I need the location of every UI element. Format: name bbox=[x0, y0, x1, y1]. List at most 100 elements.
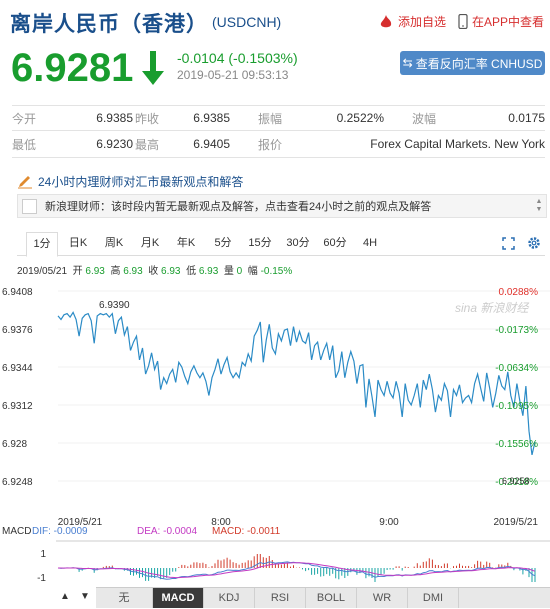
amplitude-label: 振幅 bbox=[258, 111, 283, 126]
macd-label: MACD bbox=[2, 526, 31, 537]
quote-source-label: 报价 bbox=[258, 137, 283, 152]
price-line bbox=[57, 311, 536, 456]
app-view-label: 在APP中查看 bbox=[472, 15, 545, 29]
chart-grid bbox=[58, 290, 550, 482]
y-tick-label: 6.9344 bbox=[2, 363, 33, 374]
period-tabs: 1分 日K 周K 月K 年K 5分 15分 30分 60分 4H bbox=[17, 232, 545, 257]
info-change: -0.15% bbox=[260, 266, 293, 277]
pct-tick-label: -0.0634% bbox=[495, 363, 538, 374]
app-view-link[interactable]: 在APP中查看 bbox=[458, 13, 544, 30]
x-tick-label: 2019/5/21 bbox=[494, 517, 539, 528]
fire-icon bbox=[380, 14, 392, 27]
reverse-rate-label: 查看反向汇率 CNHUSD bbox=[415, 56, 543, 71]
pct-tick-label: 0.0288% bbox=[499, 287, 539, 298]
macd-axis-neg1: -1 bbox=[37, 573, 46, 584]
indicator-tab-rsi[interactable]: RSI bbox=[255, 588, 306, 608]
info-low-label: 低 bbox=[186, 266, 197, 277]
y-tick-label: 6.9376 bbox=[2, 325, 33, 336]
scroll-up-button[interactable]: ▲ bbox=[56, 587, 74, 607]
settings-icon[interactable] bbox=[527, 236, 541, 250]
phone-icon bbox=[458, 14, 468, 29]
low-label: 最低 bbox=[12, 137, 37, 152]
prev-close-label: 昨收 bbox=[135, 111, 160, 126]
price-change: -0.0104 (-0.1503%) bbox=[177, 50, 298, 66]
indicator-tab-dmi[interactable]: DMI bbox=[408, 588, 459, 608]
info-high: 6.93 bbox=[123, 266, 143, 277]
macd-dea: DEA: -0.0004 bbox=[137, 526, 197, 537]
indicator-tabs: 无 MACD KDJ RSI BOLL WR DMI bbox=[96, 587, 550, 608]
ohlc-info: 2019/05/21 开 6.93 高 6.93 收 6.93 低 6.93 量… bbox=[17, 262, 292, 277]
max-annotation: 6.9390 bbox=[99, 300, 130, 311]
high-value: 6.9405 bbox=[193, 137, 230, 151]
macd-histogram bbox=[60, 554, 536, 582]
tab-week[interactable]: 周K bbox=[101, 232, 127, 255]
indicator-tab-boll[interactable]: BOLL bbox=[306, 588, 357, 608]
quote-source-value: Forex Capital Markets. New York bbox=[370, 137, 545, 151]
down-arrow-icon bbox=[142, 51, 164, 85]
high-label: 最高 bbox=[135, 137, 160, 152]
tab-5min[interactable]: 5分 bbox=[210, 232, 236, 255]
tab-30min[interactable]: 30分 bbox=[283, 232, 313, 255]
news-item[interactable]: 新浪理财师：该时段内暂无最新观点及解答，点击查看24小时之前的观点及解答 ▲ ▼ bbox=[17, 194, 547, 218]
info-open: 6.93 bbox=[85, 266, 105, 277]
macd-axis-1: 1 bbox=[40, 549, 46, 560]
prev-close-value: 6.9385 bbox=[193, 111, 230, 125]
tab-4h[interactable]: 4H bbox=[359, 232, 381, 255]
swap-icon: ⇆ bbox=[402, 56, 413, 70]
quote-time: 2019-05-21 09:53:13 bbox=[177, 68, 289, 82]
wave-label: 波幅 bbox=[412, 111, 437, 126]
info-close-label: 收 bbox=[148, 266, 159, 277]
y-tick-label: 6.9408 bbox=[2, 287, 33, 298]
open-label: 今开 bbox=[12, 111, 37, 126]
amplitude-value: 0.2522% bbox=[336, 111, 384, 125]
info-open-label: 开 bbox=[72, 266, 83, 277]
info-volume: 0 bbox=[236, 266, 243, 277]
pct-tick-label: -0.1556% bbox=[495, 439, 538, 450]
info-volume-label: 量 bbox=[223, 266, 234, 277]
page-title: 离岸人民币（香港） bbox=[10, 13, 208, 36]
indicator-tab-macd[interactable]: MACD bbox=[153, 588, 204, 608]
watermark: sina 新浪财经 bbox=[455, 301, 530, 315]
low-value: 6.9230 bbox=[96, 137, 133, 151]
info-date: 2019/05/21 bbox=[17, 266, 68, 277]
fullscreen-icon[interactable] bbox=[502, 237, 515, 250]
y-axis-ticks: 6.9408 6.9376 6.9344 6.9312 6.928 6.9248 bbox=[2, 287, 33, 488]
avatar bbox=[22, 198, 37, 214]
add-watchlist-label: 添加自选 bbox=[398, 15, 447, 29]
tab-month[interactable]: 月K bbox=[137, 232, 163, 255]
symbol-code: (USDCNH) bbox=[212, 14, 282, 30]
indicator-tab-none[interactable]: 无 bbox=[96, 588, 153, 608]
current-price: 6.9281 bbox=[11, 46, 134, 90]
x-tick-label: 9:00 bbox=[379, 517, 399, 528]
macd-dif: DIF: -0.0009 bbox=[32, 526, 88, 537]
info-close: 6.93 bbox=[161, 266, 181, 277]
stats-table: 今开 6.9385 昨收 6.9385 振幅 0.2522% 波幅 0.0175… bbox=[12, 105, 545, 158]
news-heading[interactable]: 24小时内理财师对汇市最新观点和解答 bbox=[17, 173, 243, 190]
info-low: 6.93 bbox=[198, 266, 219, 277]
scroll-arrows-icon[interactable]: ▲ ▼ bbox=[532, 198, 546, 214]
reverse-rate-button[interactable]: ⇆ 查看反向汇率 CNHUSD bbox=[400, 51, 545, 75]
macd-value: MACD: -0.0011 bbox=[212, 526, 281, 537]
y-tick-label: 6.9248 bbox=[2, 477, 33, 488]
indicator-tab-wr[interactable]: WR bbox=[357, 588, 408, 608]
news-text: 新浪理财师：该时段内暂无最新观点及解答，点击查看24小时之前的观点及解答 bbox=[45, 201, 432, 213]
scroll-down-button[interactable]: ▼ bbox=[76, 587, 94, 607]
tab-15min[interactable]: 15分 bbox=[245, 232, 275, 255]
news-heading-text: 24小时内理财师对汇市最新观点和解答 bbox=[38, 175, 244, 189]
x-axis-ticks: 2019/5/21 8:00 9:00 2019/5/21 bbox=[58, 517, 539, 528]
tab-year[interactable]: 年K bbox=[173, 232, 199, 255]
y-tick-label: 6.9312 bbox=[2, 401, 33, 412]
y-tick-label: 6.928 bbox=[2, 439, 27, 450]
info-change-label: 幅 bbox=[247, 266, 258, 277]
tab-60min[interactable]: 60分 bbox=[320, 232, 350, 255]
add-watchlist-link[interactable]: 添加自选 bbox=[378, 13, 446, 30]
price-chart[interactable]: sina 新浪财经 6.94086.93766.93446.93126.9286… bbox=[0, 282, 550, 587]
info-high-label: 高 bbox=[110, 266, 121, 277]
tab-day[interactable]: 日K bbox=[65, 232, 91, 255]
tab-1min[interactable]: 1分 bbox=[26, 232, 58, 257]
wave-value: 0.0175 bbox=[508, 111, 545, 125]
pct-tick-label: -0.1095% bbox=[495, 401, 538, 412]
open-value: 6.9385 bbox=[96, 111, 133, 125]
pencil-icon bbox=[18, 175, 32, 188]
indicator-tab-kdj[interactable]: KDJ bbox=[204, 588, 255, 608]
